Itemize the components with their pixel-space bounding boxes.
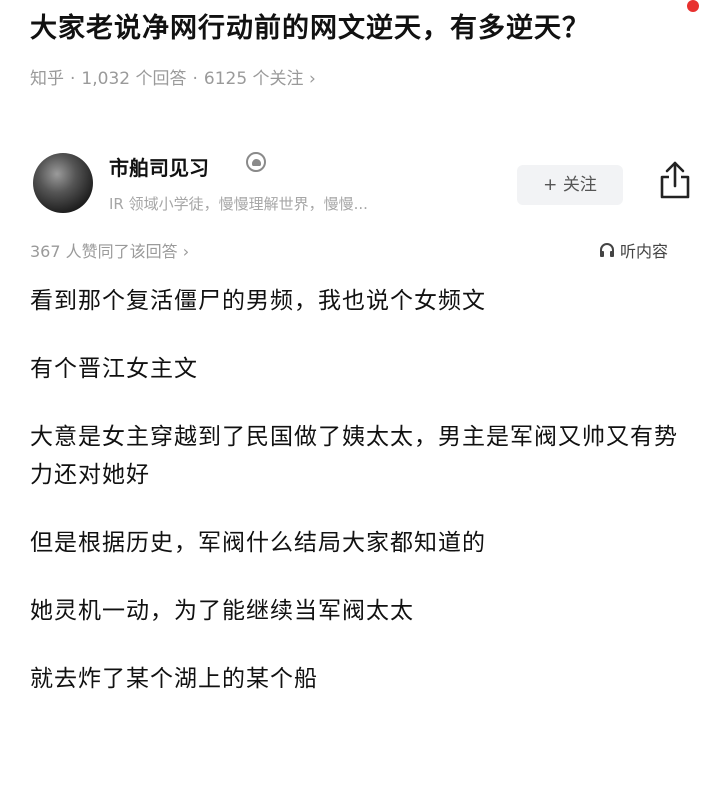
- avatar[interactable]: [33, 153, 93, 213]
- answer-paragraph: 就去炸了某个湖上的某个船: [30, 666, 318, 692]
- follower-count: 6125 个关注: [203, 69, 304, 89]
- answer-paragraph: 大意是女主穿越到了民国做了姨太太，男主是军阀又帅又有势力还对她好: [30, 424, 678, 488]
- author-name[interactable]: 市舶司见习: [109, 152, 209, 181]
- answer-paragraph: 她灵机一动，为了能继续当军阀太太: [30, 598, 414, 624]
- headphones-icon: [600, 243, 614, 257]
- answer-count: 1,032 个回答: [81, 69, 187, 89]
- question-meta[interactable]: 知乎 · 1,032 个回答 · 6125 个关注 ›: [30, 64, 316, 89]
- question-header: 大家老说净网行动前的网文逆天，有多逆天？ 知乎 · 1,032 个回答 · 6125 个…: [0, 0, 725, 130]
- question-title[interactable]: 大家老说净网行动前的网文逆天，有多逆天？: [30, 6, 590, 45]
- listen-button[interactable]: 听内容: [598, 238, 668, 262]
- source-label: 知乎: [30, 69, 64, 89]
- answer-paragraph: 看到那个复活僵尸的男频，我也说个女频文: [30, 288, 486, 314]
- answer-content: 看到那个复活僵尸的男频，我也说个女频文 有个晋江女主文 大意是女主穿越到了民国做…: [30, 282, 700, 728]
- author-bio: IR 领域小学徒，慢慢理解世界，慢慢...: [109, 195, 368, 213]
- share-icon[interactable]: [657, 160, 693, 200]
- author-row: 市舶司见习 IR 领域小学徒，慢慢理解世界，慢慢... + 关注: [0, 140, 725, 220]
- badge-icon: [246, 152, 266, 172]
- vote-summary[interactable]: 367 人赞同了该回答 ›: [30, 238, 189, 262]
- notification-dot: [687, 0, 699, 12]
- follow-button[interactable]: + 关注: [517, 165, 623, 205]
- listen-label: 听内容: [620, 242, 669, 261]
- answer-paragraph: 但是根据历史，军阀什么结局大家都知道的: [30, 530, 486, 556]
- chevron-right-icon: ›: [308, 69, 316, 89]
- answer-paragraph: 有个晋江女主文: [30, 356, 198, 382]
